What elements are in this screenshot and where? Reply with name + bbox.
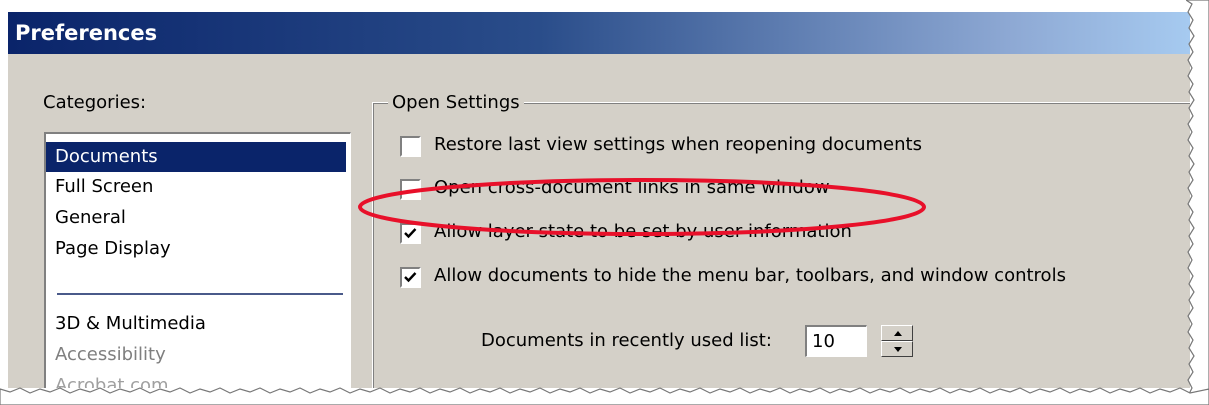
torn-edge-right xyxy=(1186,0,1209,405)
category-separator xyxy=(57,293,343,295)
categories-label: Categories: xyxy=(43,92,147,113)
recent-list-label: Documents in recently used list: xyxy=(481,330,772,351)
category-item-general[interactable]: General xyxy=(46,203,346,233)
torn-edge-bottom xyxy=(0,387,1209,405)
category-item-3d-multimedia[interactable]: 3D & Multimedia xyxy=(46,309,346,339)
annotation-highlight-ellipse xyxy=(358,178,926,236)
spin-down-button[interactable] xyxy=(881,341,913,357)
checkmark-icon xyxy=(404,272,417,283)
restore-view-checkbox[interactable] xyxy=(400,136,421,157)
category-item-accessibility[interactable]: Accessibility xyxy=(46,340,346,370)
preferences-dialog: Preferences Categories: Documents Full S… xyxy=(8,12,1190,388)
category-item-documents[interactable]: Documents xyxy=(46,142,346,172)
spin-up-button[interactable] xyxy=(881,325,913,341)
arrow-down-icon xyxy=(894,347,902,352)
category-item-page-display[interactable]: Page Display xyxy=(46,234,346,264)
hide-menu-bar-checkbox[interactable] xyxy=(400,267,421,288)
arrow-up-icon xyxy=(894,331,902,336)
restore-view-label[interactable]: Restore last view settings when reopenin… xyxy=(434,134,922,155)
categories-list[interactable]: Documents Full Screen General Page Displ… xyxy=(44,132,351,388)
window-title: Preferences xyxy=(15,21,158,45)
title-bar: Preferences xyxy=(8,12,1190,54)
hide-menu-bar-label[interactable]: Allow documents to hide the menu bar, to… xyxy=(434,265,1066,286)
open-settings-group-label: Open Settings xyxy=(388,92,524,113)
category-item-full-screen[interactable]: Full Screen xyxy=(46,172,346,202)
recent-list-count-input[interactable]: 10 xyxy=(805,325,867,357)
